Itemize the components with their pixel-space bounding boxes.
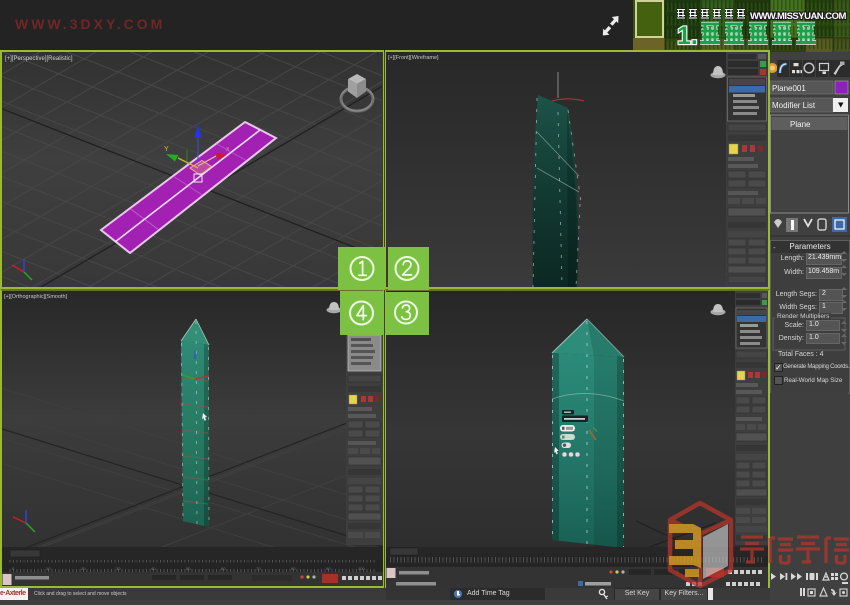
svg-text:60: 60 [221, 566, 226, 571]
svg-text:10: 10 [46, 566, 51, 571]
svg-text:[+][Orthographic][Smooth]: [+][Orthographic][Smooth] [4, 294, 68, 300]
svg-text:40: 40 [151, 566, 156, 571]
svg-text:[+][Front][Wireframe]: [+][Front][Wireframe] [388, 55, 439, 61]
svg-text:100: 100 [358, 566, 365, 571]
svg-text:Y: Y [164, 146, 169, 153]
svg-text:[+][Perspective][Realistic]: [+][Perspective][Realistic] [5, 56, 73, 62]
svg-text:70: 70 [256, 566, 261, 571]
svg-text:WWW.MISSYUAN.COM: WWW.MISSYUAN.COM [750, 11, 847, 22]
svg-text:x: x [226, 146, 230, 153]
svg-text:20: 20 [81, 566, 86, 571]
svg-text:1.: 1. [677, 22, 698, 50]
svg-text:90: 90 [326, 566, 331, 571]
svg-text:80: 80 [291, 566, 296, 571]
svg-text:30: 30 [116, 566, 121, 571]
svg-text:50: 50 [186, 566, 191, 571]
